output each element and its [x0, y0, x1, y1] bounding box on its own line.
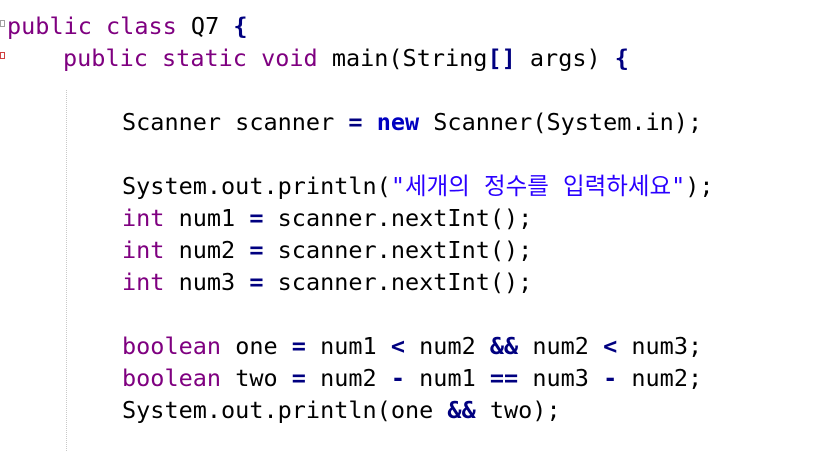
operator-token: = [249, 236, 264, 264]
code-line-4[interactable]: System.out.println("세개의 정수를 입력하세요"); [122, 170, 714, 202]
code-line-10[interactable]: System.out.println(one && two); [122, 394, 561, 426]
code-line-7[interactable]: int num3 = scanner.nextInt(); [122, 266, 532, 298]
code-line-9[interactable]: boolean two = num2 - num1 == num3 - num2… [122, 362, 702, 394]
code-line-6[interactable]: int num2 = scanner.nextInt(); [122, 234, 532, 266]
code-line-3[interactable]: Scanner scanner = new Scanner(System.in)… [122, 106, 702, 138]
operator-token: = [291, 364, 306, 392]
operand-token: num1 [305, 332, 391, 360]
code-editor[interactable]: public class Q7 { public static void mai… [0, 0, 817, 451]
expression-token: scanner.nextInt(); [263, 236, 533, 264]
operator-token: < [603, 332, 618, 360]
expression-token: scanner.nextInt(); [263, 268, 533, 296]
variable-token: num1 [164, 204, 250, 232]
brace-token: { [614, 44, 629, 72]
class-name-token: Q7 [176, 12, 234, 40]
variable-token: two [221, 364, 292, 392]
operator-token: = [348, 108, 363, 136]
operand-token: num3 [518, 364, 604, 392]
code-line-8[interactable]: boolean one = num1 < num2 && num2 < num3… [122, 330, 702, 362]
brace-token: { [233, 12, 248, 40]
editor-gutter [0, 0, 7, 451]
operand-token: num2 [518, 332, 604, 360]
variable-token: num2 [164, 236, 250, 264]
code-line-2[interactable]: public static void main(String[] args) { [63, 42, 629, 74]
operand-token: num1 [405, 364, 490, 392]
keyword-token: public class [7, 12, 177, 40]
operator-token: - [390, 364, 405, 392]
keyword-token: int [122, 236, 165, 264]
operator-token: < [390, 332, 405, 360]
println-close-token: two); [475, 396, 561, 424]
bracket-token: [] [487, 44, 516, 72]
expression-token: scanner.nextInt(); [263, 204, 533, 232]
fold-marker-icon[interactable] [0, 20, 5, 27]
println-token: System.out.println(one [122, 396, 448, 424]
indent-guide [66, 90, 67, 451]
declaration-token: Scanner scanner [122, 108, 349, 136]
operand-token: num2; [617, 364, 703, 392]
code-line-5[interactable]: int num1 = scanner.nextInt(); [122, 202, 532, 234]
operator-token: = [249, 204, 264, 232]
method-params-token: args) [515, 44, 615, 72]
keyword-token: boolean [122, 332, 222, 360]
operand-token: num2 [305, 364, 391, 392]
code-line-1[interactable]: public class Q7 { [7, 10, 248, 42]
string-literal-token: "세개의 정수를 입력하세요" [390, 172, 686, 200]
operator-token: && [447, 396, 476, 424]
operand-token: num2 [405, 332, 490, 360]
println-token: System.out.println( [122, 172, 391, 200]
operand-token: num3; [617, 332, 703, 360]
operator-token: == [489, 364, 519, 392]
variable-token: num3 [164, 268, 250, 296]
keyword-token: boolean [122, 364, 222, 392]
keyword-token: public static void [63, 44, 318, 72]
println-close-token: ); [685, 172, 714, 200]
operator-token: = [249, 268, 264, 296]
constructor-token: Scanner(System.in); [419, 108, 703, 136]
operator-token: - [603, 364, 618, 392]
operator-token: && [489, 332, 519, 360]
keyword-token: int [122, 204, 165, 232]
operator-token: = [291, 332, 306, 360]
method-signature-token: main(String [317, 44, 488, 72]
variable-token: one [221, 332, 292, 360]
keyword-token: int [122, 268, 165, 296]
keyword-new-token: new [376, 108, 420, 136]
fold-marker-icon[interactable] [0, 52, 5, 59]
